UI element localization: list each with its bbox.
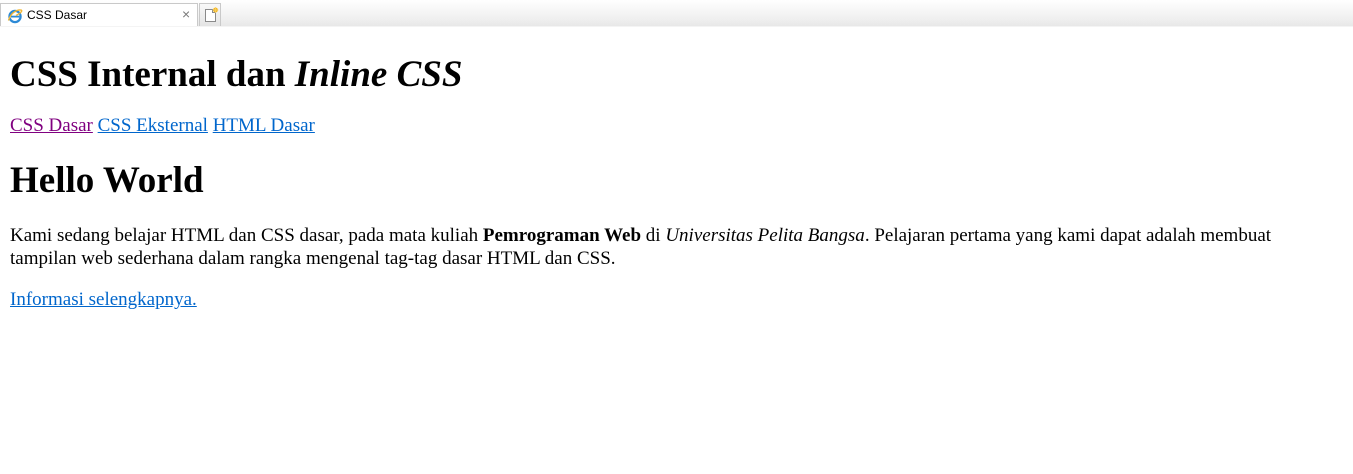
nav-link-css-eksternal[interactable]: CSS Eksternal [98, 115, 208, 136]
paragraph-text-1: Kami sedang belajar HTML dan CSS dasar, … [10, 225, 483, 246]
tab-css-dasar[interactable]: CSS Dasar × [0, 3, 198, 26]
page-title: CSS Internal dan Inline CSS [10, 55, 1345, 95]
more-info-link[interactable]: Informasi selengkapnya. [10, 289, 197, 310]
new-tab-button[interactable] [199, 3, 221, 26]
nav-link-html-dasar[interactable]: HTML Dasar [213, 115, 315, 136]
tab-title: CSS Dasar [27, 8, 88, 22]
more-info-paragraph: Informasi selengkapnya. [10, 288, 1345, 312]
nav-links: CSS Dasar CSS Eksternal HTML Dasar [10, 114, 1345, 138]
browser-tab-strip: CSS Dasar × [0, 0, 1353, 27]
page-content: CSS Internal dan Inline CSS CSS Dasar CS… [10, 27, 1345, 312]
nav-link-css-dasar[interactable]: CSS Dasar [10, 115, 93, 136]
ie-browser-icon [7, 8, 23, 24]
intro-paragraph: Kami sedang belajar HTML dan CSS dasar, … [10, 224, 1310, 270]
hello-heading: Hello World [10, 160, 204, 201]
paragraph-italic-university: Universitas Pelita Bangsa [665, 225, 865, 246]
tab-close-icon[interactable]: × [182, 7, 190, 21]
page-title-normal: CSS Internal dan [10, 54, 295, 95]
page-title-italic: Inline CSS [294, 54, 463, 95]
paragraph-text-2: di [641, 225, 666, 246]
new-tab-icon [205, 7, 219, 22]
paragraph-bold-course: Pemrograman Web [482, 225, 642, 246]
